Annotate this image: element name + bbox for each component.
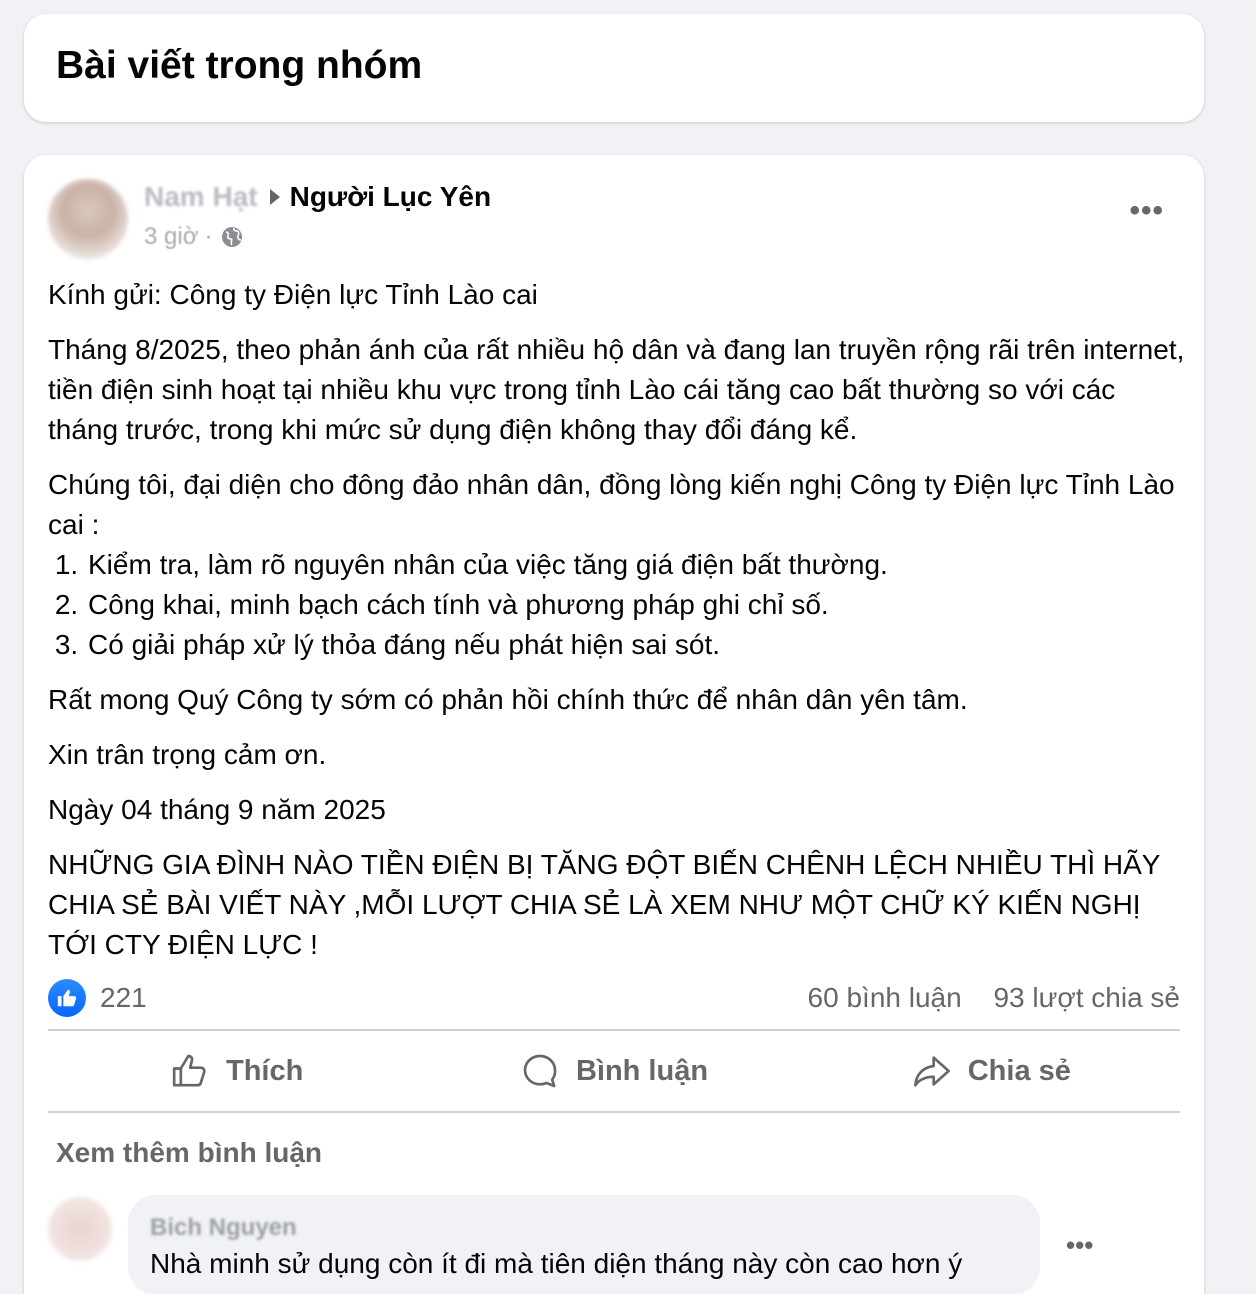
post-paragraph: Xin trân trọng cảm ơn.: [48, 739, 327, 770]
author-avatar[interactable]: [48, 179, 128, 259]
globe-icon: [222, 227, 243, 247]
post-card: Nam Hạt Người Lục Yên 3 giờ · ••• Kính g…: [24, 155, 1204, 1294]
author-name[interactable]: Nam Hạt: [144, 181, 258, 213]
post-meta: 3 giờ ·: [144, 223, 244, 251]
comment-icon: [523, 1054, 557, 1088]
comment-text: Nhà minh sử dụng còn ít đi mà tiên diện …: [150, 1248, 963, 1279]
share-label: Chia sẻ: [967, 1054, 1071, 1087]
comment-options-button[interactable]: •••: [1066, 1232, 1093, 1258]
comment-button[interactable]: Bình luận: [425, 1051, 802, 1091]
post-paragraph: Rất mong Quý Công ty sớm có phản hồi chí…: [48, 684, 968, 715]
post-paragraph: Tháng 8/2025, theo phản ánh của rất nhiề…: [48, 334, 1185, 445]
like-count-group[interactable]: 221: [48, 979, 147, 1017]
caret-right-icon: [269, 189, 280, 205]
post-paragraph: Kính gửi: Công ty Điện lực Tỉnh Lào cai: [48, 279, 538, 310]
like-label: Thích: [225, 1054, 304, 1087]
engagement-counts: 60 bình luận 93 lượt chia sẻ: [808, 982, 1180, 1014]
share-icon: [913, 1056, 950, 1087]
comment-count[interactable]: 60 bình luận: [808, 982, 962, 1013]
post-author-row: Nam Hạt Người Lục Yên: [144, 181, 491, 213]
commenter-name[interactable]: Bich Nguyen: [150, 1213, 1018, 1243]
meta-separator: ·: [204, 223, 213, 250]
post-paragraph: Ngày 04 tháng 9 năm 2025: [48, 794, 386, 825]
post-actions: Thích Bình luận Chia sẻ: [48, 1031, 1180, 1111]
post-options-button[interactable]: •••: [1129, 196, 1164, 226]
share-count[interactable]: 93 lượt chia sẻ: [993, 982, 1180, 1013]
list-item: Kiểm tra, làm rõ nguyên nhân của việc tă…: [86, 545, 1188, 585]
divider: [48, 1111, 1180, 1113]
post-paragraph: NHỮNG GIA ĐÌNH NÀO TIỀN ĐIỆN BỊ TĂNG ĐỘT…: [48, 849, 1160, 960]
like-count: 221: [100, 982, 147, 1013]
page-title: Bài viết trong nhóm: [56, 44, 423, 87]
comment-label: Bình luận: [575, 1054, 709, 1087]
like-button[interactable]: Thích: [48, 1051, 425, 1091]
request-list: Kiểm tra, làm rõ nguyên nhân của việc tă…: [48, 545, 1188, 665]
list-item: Có giải pháp xử lý thỏa đáng nếu phát hi…: [86, 625, 1188, 665]
group-name[interactable]: Người Lục Yên: [290, 181, 491, 213]
reaction-stats: 221 60 bình luận 93 lượt chia sẻ: [48, 977, 1180, 1019]
thumbs-up-icon: [172, 1054, 206, 1087]
comment-bubble: Bich Nguyen Nhà minh sử dụng còn ít đi m…: [128, 1195, 1040, 1294]
like-reaction-icon: [48, 979, 86, 1017]
commenter-avatar[interactable]: [48, 1197, 112, 1261]
post-content: Kính gửi: Công ty Điện lực Tỉnh Lào cai …: [48, 275, 1188, 980]
group-posts-header: Bài viết trong nhóm: [24, 14, 1204, 122]
share-button[interactable]: Chia sẻ: [803, 1051, 1180, 1091]
see-more-comments-link[interactable]: Xem thêm bình luận: [56, 1137, 322, 1169]
post-paragraph: Chúng tôi, đại diện cho đông đảo nhân dâ…: [48, 469, 1175, 540]
list-item: Công khai, minh bạch cách tính và phương…: [86, 585, 1188, 625]
post-time[interactable]: 3 giờ: [144, 223, 198, 251]
